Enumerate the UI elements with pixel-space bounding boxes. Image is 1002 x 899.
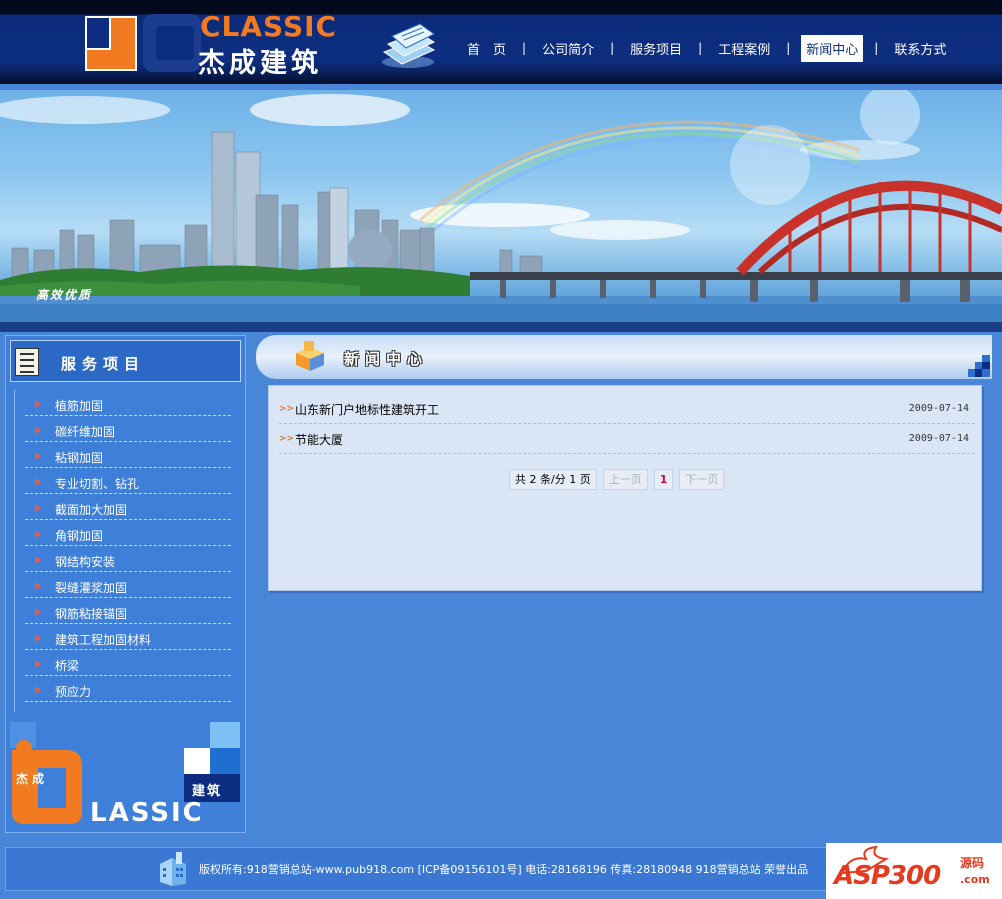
service-label: 碳纤维加固 — [55, 425, 116, 439]
folder-box-icon — [296, 341, 324, 371]
news-date: 2009-07-14 — [908, 433, 969, 444]
nav-services[interactable]: 服务项目 — [625, 35, 687, 62]
arrow-bullet-icon — [35, 452, 41, 460]
page-number-button[interactable]: 1 — [653, 468, 674, 490]
service-item[interactable]: 植筋加固 — [25, 390, 231, 416]
news-section-header: 新闻中心 — [256, 335, 992, 379]
sidebar-title: 服务项目 — [61, 355, 146, 373]
nav-news[interactable]: 新闻中心 — [801, 34, 864, 62]
nav-separator: | — [874, 41, 879, 55]
prev-page-button[interactable]: 上一页 — [602, 468, 648, 490]
service-label: 钢结构安装 — [55, 555, 116, 569]
service-item[interactable]: 专业切割、钻孔 — [25, 468, 231, 494]
next-page-button[interactable]: 下一页 — [679, 468, 725, 490]
news-item[interactable]: >> 节能大厦 2009-07-14 — [279, 424, 975, 454]
main-nav: 首 页 | 公司简介 | 服务项目 | 工程案例 | 新闻中心 | 联系方式 — [462, 34, 951, 62]
news-list-panel: >> 山东新门户地标性建筑开工 2009-07-14 >> 节能大厦 2009-… — [268, 385, 982, 591]
asp300-text: ASP300 — [834, 861, 941, 891]
service-label: 截面加大加固 — [55, 503, 128, 517]
asp300-watermark-logo: ASP300 源码 .com — [826, 843, 1002, 899]
service-label: 桥梁 — [55, 659, 80, 673]
service-item[interactable]: 钢结构安装 — [25, 546, 231, 572]
service-label: 植筋加固 — [55, 399, 104, 413]
service-item[interactable]: 钢筋粘接锚固 — [25, 598, 231, 624]
nav-separator: | — [698, 41, 703, 55]
service-list: 植筋加固 碳纤维加固 粘钢加固 专业切割、钻孔 截面加大加固 角钢加固 钢结构安… — [14, 390, 238, 712]
sidebar-brand-logo: 杰成 建筑 LASSIC — [10, 722, 242, 828]
arrow-bullet-icon — [35, 556, 41, 564]
arrow-bullet-icon — [35, 582, 41, 590]
pagination: 共 2 条/分 1 页 上一页 1 下一页 — [509, 468, 730, 490]
building-icon — [160, 852, 186, 886]
double-arrow-icon: >> — [279, 404, 295, 414]
arrow-bullet-icon — [35, 530, 41, 538]
services-sidebar: 服务项目 植筋加固 碳纤维加固 粘钢加固 专业切割、钻孔 截面加大加固 角钢加固… — [5, 335, 246, 833]
service-label: 粘钢加固 — [55, 451, 104, 465]
news-title[interactable]: 节能大厦 — [295, 431, 343, 448]
nav-separator: | — [786, 41, 791, 55]
nav-about[interactable]: 公司简介 — [537, 35, 599, 62]
pagination-summary: 共 2 条/分 1 页 — [509, 468, 597, 490]
arrow-bullet-icon — [35, 400, 41, 408]
news-section-title: 新闻中心 — [344, 350, 429, 368]
arrow-bullet-icon — [35, 426, 41, 434]
logo-text-cn: 杰成建筑 — [198, 48, 322, 79]
nav-contact[interactable]: 联系方式 — [889, 35, 951, 62]
site-header: CLASSIC 杰成建筑 首 页 | 公司简介 | 服务项目 | 工程案例 | … — [0, 0, 1002, 84]
banner-divider — [0, 322, 1002, 332]
notepad-icon — [15, 348, 39, 376]
service-item[interactable]: 裂缝灌浆加固 — [25, 572, 231, 598]
sidebar-logo-en: LASSIC — [90, 798, 204, 828]
service-label: 钢筋粘接锚固 — [55, 607, 128, 621]
footer-copyright: 版权所有:918营销总站-www.pub918.com [ICP备0915610… — [199, 863, 809, 876]
sidebar-logo-cn-right: 建筑 — [192, 784, 223, 799]
books-icon — [382, 23, 436, 68]
arrow-bullet-icon — [35, 478, 41, 486]
logo-j-mark — [85, 16, 137, 71]
service-label: 裂缝灌浆加固 — [55, 581, 128, 595]
service-label: 建筑工程加固材料 — [55, 633, 152, 647]
arrow-bullet-icon — [35, 504, 41, 512]
logo-text-en: CLASSIC — [200, 10, 338, 43]
sidebar-header: 服务项目 — [10, 340, 241, 382]
asp300-source-label: 源码 — [960, 856, 985, 870]
asp300-domain: .com — [960, 873, 990, 886]
arrow-bullet-icon — [35, 608, 41, 616]
sidebar-logo-cn-left: 杰成 — [16, 772, 49, 786]
service-item[interactable]: 粘钢加固 — [25, 442, 231, 468]
arrow-bullet-icon — [35, 660, 41, 668]
service-item[interactable]: 碳纤维加固 — [25, 416, 231, 442]
arrow-bullet-icon — [35, 634, 41, 642]
double-arrow-icon: >> — [279, 434, 295, 444]
news-title[interactable]: 山东新门户地标性建筑开工 — [295, 401, 439, 418]
logo-c-mark — [143, 14, 201, 72]
banner-slogan: 高效优质 — [36, 288, 93, 302]
banner-scene-image — [0, 90, 1002, 326]
news-item[interactable]: >> 山东新门户地标性建筑开工 2009-07-14 — [279, 394, 975, 424]
service-item[interactable]: 桥梁 — [25, 650, 231, 676]
service-item[interactable]: 截面加大加固 — [25, 494, 231, 520]
service-item[interactable]: 建筑工程加固材料 — [25, 624, 231, 650]
service-item[interactable]: 预应力 — [25, 676, 231, 702]
nav-cases[interactable]: 工程案例 — [713, 35, 775, 62]
nav-separator: | — [610, 41, 615, 55]
service-label: 角钢加固 — [55, 529, 104, 543]
service-item[interactable]: 角钢加固 — [25, 520, 231, 546]
nav-separator: | — [522, 41, 527, 55]
nav-home[interactable]: 首 页 — [462, 35, 511, 62]
news-date: 2009-07-14 — [908, 403, 969, 414]
pixel-deco-icon — [968, 355, 990, 377]
service-label: 专业切割、钻孔 — [55, 477, 140, 491]
service-label: 预应力 — [55, 685, 92, 699]
hero-banner: 高效优质 — [0, 90, 1002, 326]
arrow-bullet-icon — [35, 686, 41, 694]
